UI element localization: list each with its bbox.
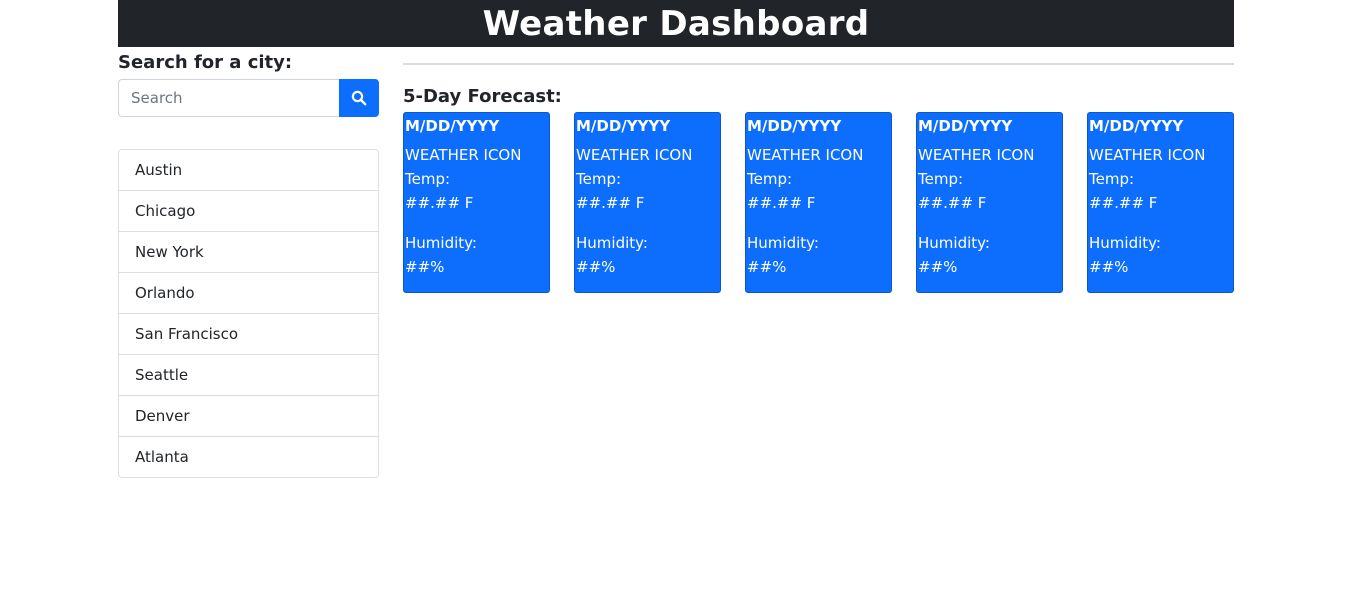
city-item-san-francisco[interactable]: San Francisco bbox=[119, 313, 378, 354]
weather-icon: WEATHER ICON bbox=[405, 146, 522, 164]
humidity-value: ##% bbox=[747, 258, 787, 276]
search-icon bbox=[351, 90, 367, 106]
forecast-card: M/DD/YYYY WEATHER ICON Temp: ##.## F Hum… bbox=[916, 112, 1063, 293]
city-item-chicago[interactable]: Chicago bbox=[119, 190, 378, 231]
humidity-label: Humidity: bbox=[918, 234, 990, 252]
card-date: M/DD/YYYY bbox=[918, 117, 1013, 135]
search-label: Search for a city: bbox=[118, 52, 293, 73]
humidity-value: ##% bbox=[576, 258, 616, 276]
city-item-new-york[interactable]: New York bbox=[119, 231, 378, 272]
temp-value: ##.## F bbox=[576, 194, 645, 212]
weather-icon: WEATHER ICON bbox=[918, 146, 1035, 164]
search-form bbox=[118, 79, 379, 117]
city-item-atlanta[interactable]: Atlanta bbox=[119, 436, 378, 477]
weather-icon: WEATHER ICON bbox=[576, 146, 693, 164]
temp-value: ##.## F bbox=[918, 194, 987, 212]
card-date: M/DD/YYYY bbox=[405, 117, 500, 135]
sidebar: Search for a city: Austin Chicago New Yo… bbox=[118, 47, 379, 478]
divider bbox=[403, 63, 1234, 65]
temp-value: ##.## F bbox=[405, 194, 474, 212]
forecast-card: M/DD/YYYY WEATHER ICON Temp: ##.## F Hum… bbox=[745, 112, 892, 293]
forecast-cards: M/DD/YYYY WEATHER ICON Temp: ##.## F Hum… bbox=[403, 112, 1234, 293]
humidity-value: ##% bbox=[918, 258, 958, 276]
forecast-card: M/DD/YYYY WEATHER ICON Temp: ##.## F Hum… bbox=[574, 112, 721, 293]
humidity-label: Humidity: bbox=[747, 234, 819, 252]
search-button[interactable] bbox=[339, 79, 379, 117]
city-item-austin[interactable]: Austin bbox=[119, 150, 378, 190]
temp-value: ##.## F bbox=[1089, 194, 1158, 212]
humidity-value: ##% bbox=[1089, 258, 1129, 276]
search-input[interactable] bbox=[118, 79, 339, 117]
forecast-section: 5-Day Forecast: M/DD/YYYY WEATHER ICON T… bbox=[403, 47, 1234, 293]
city-history-list: Austin Chicago New York Orlando San Fran… bbox=[118, 149, 379, 478]
weather-icon: WEATHER ICON bbox=[747, 146, 864, 164]
temp-label: Temp: bbox=[405, 170, 451, 188]
forecast-card: M/DD/YYYY WEATHER ICON Temp: ##.## F Hum… bbox=[1087, 112, 1234, 293]
city-item-denver[interactable]: Denver bbox=[119, 395, 378, 436]
card-date: M/DD/YYYY bbox=[747, 117, 842, 135]
humidity-label: Humidity: bbox=[1089, 234, 1161, 252]
city-item-orlando[interactable]: Orlando bbox=[119, 272, 378, 313]
forecast-title: 5-Day Forecast: bbox=[403, 86, 562, 107]
temp-label: Temp: bbox=[576, 170, 622, 188]
temp-value: ##.## F bbox=[747, 194, 816, 212]
humidity-label: Humidity: bbox=[576, 234, 648, 252]
temp-label: Temp: bbox=[747, 170, 793, 188]
page-title: Weather Dashboard bbox=[482, 4, 870, 44]
humidity-value: ##% bbox=[405, 258, 445, 276]
humidity-label: Humidity: bbox=[405, 234, 477, 252]
weather-icon: WEATHER ICON bbox=[1089, 146, 1206, 164]
app-header: Weather Dashboard bbox=[118, 0, 1234, 47]
temp-label: Temp: bbox=[918, 170, 964, 188]
card-date: M/DD/YYYY bbox=[1089, 117, 1184, 135]
card-date: M/DD/YYYY bbox=[576, 117, 671, 135]
city-item-seattle[interactable]: Seattle bbox=[119, 354, 378, 395]
forecast-card: M/DD/YYYY WEATHER ICON Temp: ##.## F Hum… bbox=[403, 112, 550, 293]
temp-label: Temp: bbox=[1089, 170, 1135, 188]
